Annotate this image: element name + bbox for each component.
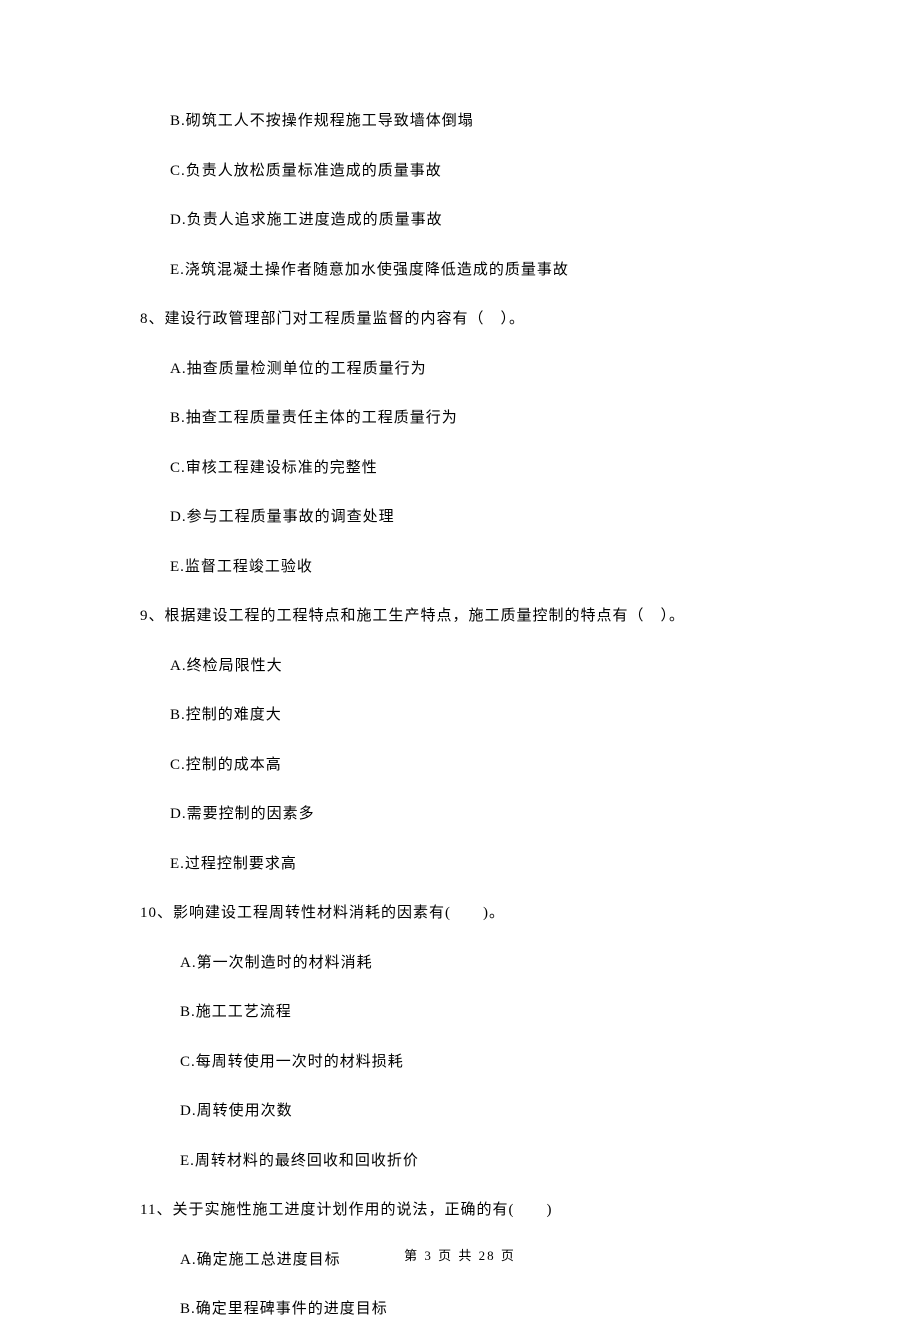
question-8: 8、建设行政管理部门对工程质量监督的内容有（ ）。 <box>140 308 820 331</box>
document-page: B.砌筑工人不按操作规程施工导致墙体倒塌 C.负责人放松质量标准造成的质量事故 … <box>0 0 920 1302</box>
option-d: D.参与工程质量事故的调查处理 <box>170 506 820 529</box>
option-a: A.终检局限性大 <box>170 655 820 678</box>
option-a: A.抽查质量检测单位的工程质量行为 <box>170 358 820 381</box>
option-c: C.审核工程建设标准的完整性 <box>170 457 820 480</box>
option-c: C.负责人放松质量标准造成的质量事故 <box>170 160 820 183</box>
option-c: C.每周转使用一次时的材料损耗 <box>180 1051 820 1074</box>
question-11: 11、关于实施性施工进度计划作用的说法，正确的有( ) <box>140 1199 820 1222</box>
option-d: D.需要控制的因素多 <box>170 803 820 826</box>
option-d: D.周转使用次数 <box>180 1100 820 1123</box>
option-e: E.过程控制要求高 <box>170 853 820 876</box>
option-d: D.负责人追求施工进度造成的质量事故 <box>170 209 820 232</box>
option-b: B.控制的难度大 <box>170 704 820 727</box>
option-b: B.施工工艺流程 <box>180 1001 820 1024</box>
option-b: B.确定里程碑事件的进度目标 <box>180 1298 820 1321</box>
option-e: E.监督工程竣工验收 <box>170 556 820 579</box>
question-9: 9、根据建设工程的工程特点和施工生产特点，施工质量控制的特点有（ ）。 <box>140 605 820 628</box>
option-a: A.第一次制造时的材料消耗 <box>180 952 820 975</box>
option-b: B.抽查工程质量责任主体的工程质量行为 <box>170 407 820 430</box>
page-footer: 第 3 页 共 28 页 <box>0 1245 920 1264</box>
option-b: B.砌筑工人不按操作规程施工导致墙体倒塌 <box>170 110 820 133</box>
option-c: C.控制的成本高 <box>170 754 820 777</box>
question-10: 10、影响建设工程周转性材料消耗的因素有( )。 <box>140 902 820 925</box>
option-e: E.浇筑混凝土操作者随意加水使强度降低造成的质量事故 <box>170 259 820 282</box>
option-e: E.周转材料的最终回收和回收折价 <box>180 1150 820 1173</box>
